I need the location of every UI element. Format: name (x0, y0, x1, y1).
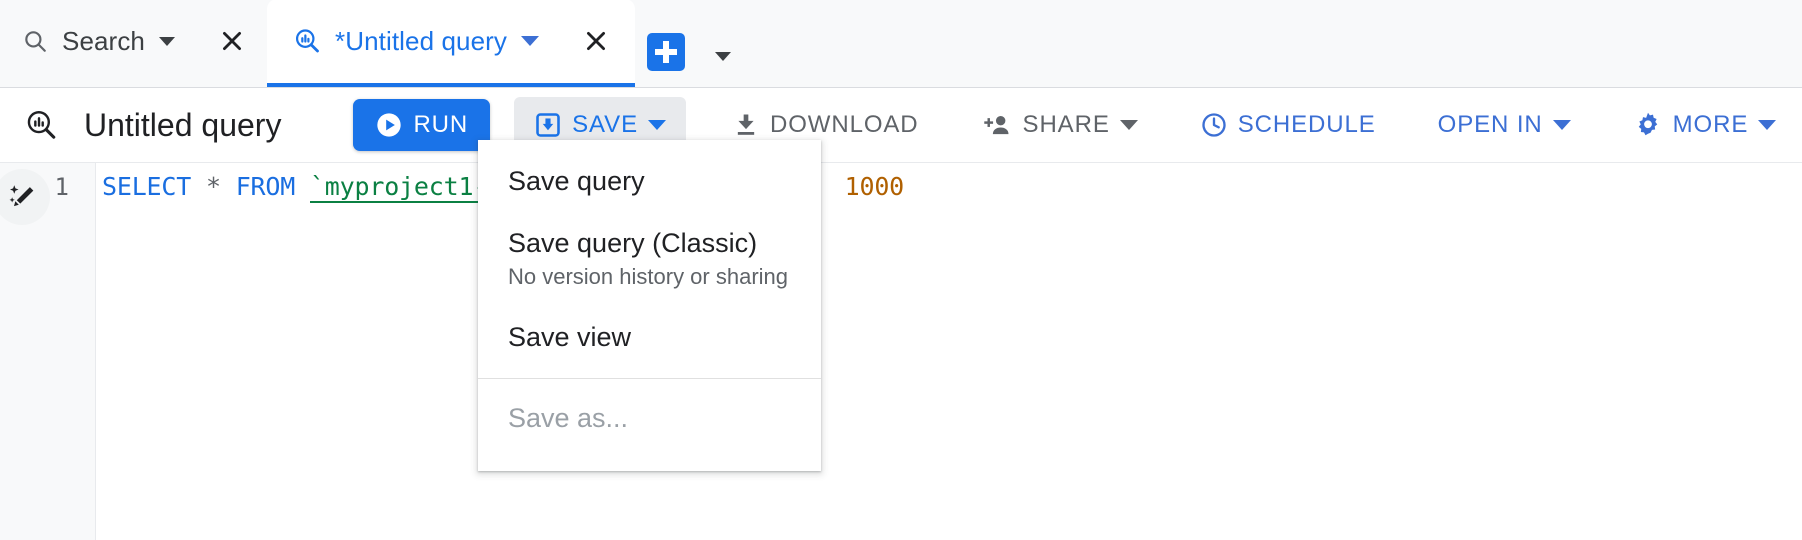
magic-wand-icon[interactable] (0, 169, 50, 225)
menu-item-label: Save query (508, 166, 645, 196)
save-label: SAVE (572, 111, 638, 138)
query-toolbar: Untitled query RUN SAVE DOWNLOAD SHARE S… (0, 88, 1802, 163)
schedule-button[interactable]: SCHEDULE (1182, 101, 1394, 149)
sql-star: * (205, 172, 221, 201)
search-icon (22, 28, 48, 54)
tab-untitled-query[interactable]: *Untitled query (266, 0, 636, 87)
query-icon (293, 27, 321, 55)
chevron-down-icon (1552, 120, 1571, 130)
sql-limit-value: 1000 (844, 172, 905, 201)
code-area[interactable]: SELECT * FROM `myproject1-38100 1000 (96, 163, 1802, 540)
open-in-label: OPEN IN (1437, 111, 1543, 138)
sql-keyword-select: SELECT (102, 172, 192, 201)
menu-item-label: Save query (Classic) (508, 228, 758, 258)
menu-item-label: Save view (508, 322, 632, 352)
chevron-down-icon (648, 120, 666, 130)
save-dropdown-menu: Save query Save query (Classic) No versi… (478, 140, 821, 471)
plus-icon (655, 41, 678, 63)
close-icon[interactable] (583, 28, 609, 54)
chevron-down-icon[interactable] (158, 36, 175, 46)
clock-icon (1200, 111, 1228, 139)
editor-gutter: 1 (0, 163, 96, 540)
query-icon (14, 108, 68, 142)
code-line-1: SELECT * FROM `myproject1-38100 1000 (102, 171, 1802, 203)
chevron-down-icon (1119, 120, 1138, 130)
menu-item-label: Save as... (508, 403, 629, 433)
open-in-button[interactable]: OPEN IN (1420, 101, 1589, 149)
tab-untitled-query-label: *Untitled query (334, 25, 508, 56)
person-add-icon (983, 111, 1013, 139)
share-button[interactable]: SHARE (965, 101, 1156, 149)
download-label: DOWNLOAD (770, 111, 919, 138)
chevron-down-icon[interactable] (521, 36, 540, 46)
new-tab-button[interactable] (647, 33, 686, 71)
menu-item-save-query[interactable]: Save query (478, 150, 821, 212)
download-icon (732, 111, 760, 139)
sql-editor[interactable]: 1 SELECT * FROM `myproject1-38100 1000 (0, 163, 1802, 540)
tab-overflow-chevron-down-icon[interactable] (715, 52, 732, 61)
menu-item-save-as[interactable]: Save as... (478, 379, 821, 471)
chevron-down-icon (1758, 120, 1777, 130)
page-title: Untitled query (84, 106, 282, 143)
close-icon[interactable] (219, 28, 245, 54)
tab-search-label: Search (62, 25, 145, 56)
run-button[interactable]: RUN (353, 99, 491, 151)
menu-item-save-query-classic[interactable]: Save query (Classic) No version history … (478, 212, 821, 306)
menu-item-save-view[interactable]: Save view (478, 306, 821, 368)
more-button[interactable]: MORE (1615, 101, 1795, 149)
save-disk-icon (534, 111, 562, 139)
tab-strip: Search *Untitled query (0, 0, 1802, 88)
more-label: MORE (1672, 111, 1749, 138)
sql-keyword-from: FROM (235, 172, 296, 201)
menu-item-sublabel: No version history or sharing (508, 264, 789, 289)
run-label: RUN (413, 111, 469, 138)
play-circle-icon (375, 111, 403, 139)
schedule-label: SCHEDULE (1237, 111, 1376, 138)
share-label: SHARE (1022, 111, 1110, 138)
gear-icon (1633, 110, 1663, 140)
bigquery-query-editor-screen: Search *Untitled query Untitled query RU… (0, 0, 1802, 540)
tab-search[interactable]: Search (0, 0, 267, 87)
